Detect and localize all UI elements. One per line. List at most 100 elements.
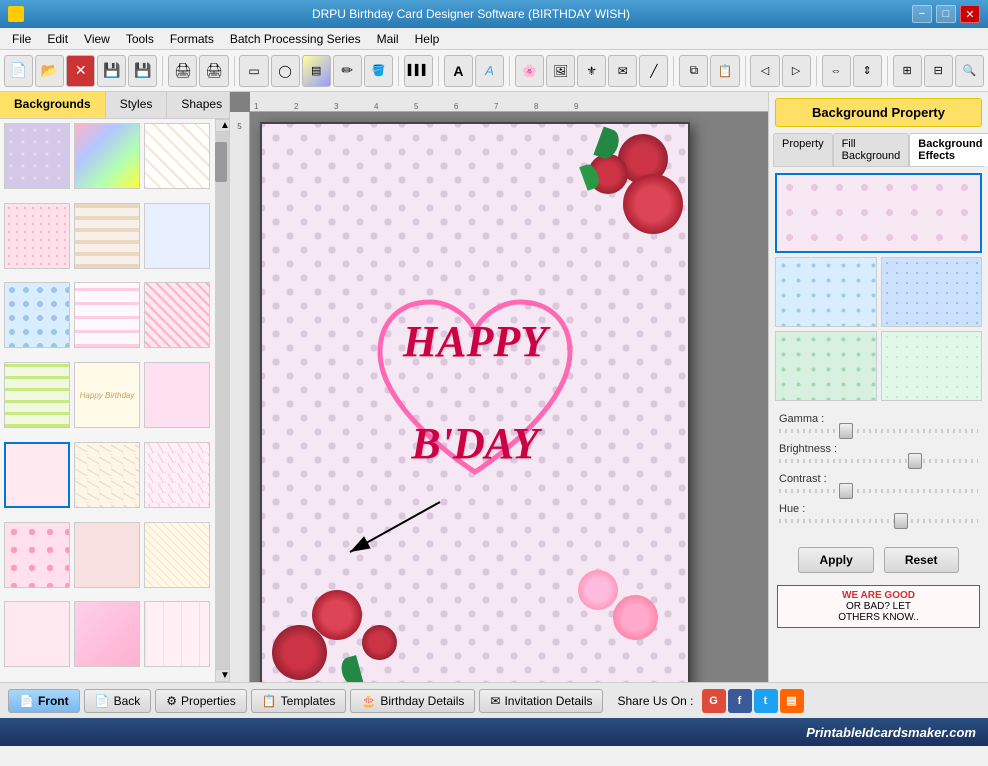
gamma-track[interactable] — [779, 429, 978, 433]
bg-thumb-9[interactable] — [144, 282, 210, 348]
barcode-button[interactable]: ▌▌▌ — [404, 55, 433, 87]
card-canvas[interactable]: HAPPY B'DAY — [260, 122, 690, 682]
bg-thumb-8[interactable] — [74, 282, 140, 348]
scroll-down[interactable]: ▼ — [215, 669, 229, 682]
move-left-button[interactable]: ◁ — [750, 55, 779, 87]
bg-thumb-12[interactable] — [144, 362, 210, 428]
toolbar-sep3 — [398, 56, 399, 86]
contrast-thumb[interactable] — [839, 483, 853, 499]
bg-preview-3[interactable] — [775, 331, 877, 401]
apply-button[interactable]: Apply — [798, 547, 873, 573]
bg-preview-main[interactable] — [775, 173, 982, 253]
tab-styles[interactable]: Styles — [106, 92, 168, 118]
bg-thumb-16[interactable] — [4, 522, 70, 588]
email-button[interactable]: ✉ — [608, 55, 637, 87]
bg-thumb-10[interactable] — [4, 362, 70, 428]
clip-art-button[interactable]: 🌸 — [515, 55, 544, 87]
gradient-button[interactable]: ▤ — [302, 55, 331, 87]
hue-thumb[interactable] — [894, 513, 908, 529]
menu-formats[interactable]: Formats — [162, 30, 222, 48]
text-button[interactable]: A — [444, 55, 473, 87]
front-button[interactable]: 📄 Front — [8, 689, 80, 713]
menu-view[interactable]: View — [76, 30, 118, 48]
menu-help[interactable]: Help — [407, 30, 448, 48]
tab-background-effects[interactable]: Background Effects — [909, 133, 988, 166]
save-button[interactable]: 💾 — [97, 55, 126, 87]
birthday-icon: 🎂 — [361, 694, 376, 708]
menu-mail[interactable]: Mail — [369, 30, 407, 48]
properties-button[interactable]: ⚙ Properties — [155, 689, 246, 713]
gamma-thumb[interactable] — [839, 423, 853, 439]
bg-thumb-2[interactable] — [74, 123, 140, 189]
zoom-in-button[interactable]: 🔍 — [955, 55, 984, 87]
minimize-button[interactable]: − — [912, 5, 932, 23]
bg-thumb-7[interactable] — [4, 282, 70, 348]
birthday-details-button[interactable]: 🎂 Birthday Details — [350, 689, 475, 713]
leaf-bl-1 — [339, 655, 364, 682]
bg-thumb-4[interactable] — [4, 203, 70, 269]
paste-button[interactable]: 📋 — [710, 55, 739, 87]
social-google-button[interactable]: G — [702, 689, 726, 713]
close-button[interactable]: ✕ — [960, 5, 980, 23]
menu-file[interactable]: File — [4, 30, 39, 48]
social-facebook-button[interactable]: f — [728, 689, 752, 713]
open-button[interactable]: 📂 — [35, 55, 64, 87]
pen-button[interactable]: ✏ — [333, 55, 362, 87]
bg-thumb-13[interactable] — [4, 442, 70, 508]
bg-thumb-1[interactable] — [4, 123, 70, 189]
grid-button[interactable]: ⊞ — [893, 55, 922, 87]
scroll-thumb[interactable] — [215, 142, 227, 182]
bg-preview-4[interactable] — [881, 331, 983, 401]
new-button[interactable]: 📄 — [4, 55, 33, 87]
word-art-button[interactable]: A — [475, 55, 504, 87]
tab-property[interactable]: Property — [773, 133, 833, 166]
reset-button[interactable]: Reset — [884, 547, 959, 573]
save-as-button[interactable]: 💾 — [128, 55, 157, 87]
image-button[interactable]: 🖼 — [546, 55, 575, 87]
bg-thumb-14[interactable] — [74, 442, 140, 508]
move-right-button[interactable]: ▷ — [782, 55, 811, 87]
scroll-up[interactable]: ▲ — [215, 119, 229, 132]
back-button[interactable]: 📄 Back — [84, 689, 152, 713]
bg-thumb-20[interactable] — [74, 601, 140, 667]
hue-track[interactable] — [779, 519, 978, 523]
bg-thumb-5[interactable] — [74, 203, 140, 269]
copy-button[interactable]: ⧉ — [679, 55, 708, 87]
bg-thumb-6[interactable] — [144, 203, 210, 269]
fill-button[interactable]: 🪣 — [364, 55, 393, 87]
invitation-details-button[interactable]: ✉ Invitation Details — [479, 689, 603, 713]
social-twitter-button[interactable]: t — [754, 689, 778, 713]
tab-backgrounds[interactable]: Backgrounds — [0, 92, 106, 118]
menu-batch[interactable]: Batch Processing Series — [222, 30, 369, 48]
toolbar-sep5 — [509, 56, 510, 86]
print-button[interactable]: 🖨 — [168, 55, 197, 87]
bg-preview-2[interactable] — [881, 257, 983, 327]
shape-ellipse-button[interactable]: ◯ — [271, 55, 300, 87]
bg-thumb-18[interactable] — [144, 522, 210, 588]
clip-art2-button[interactable]: ⚜ — [577, 55, 606, 87]
menu-edit[interactable]: Edit — [39, 30, 76, 48]
shape-rect-button[interactable]: ▭ — [239, 55, 268, 87]
social-rss-button[interactable]: ▤ — [780, 689, 804, 713]
flip-h-button[interactable]: ⇔ — [822, 55, 851, 87]
print-preview-button[interactable]: 🖨 — [199, 55, 228, 87]
brightness-track[interactable] — [779, 459, 978, 463]
grid2-button[interactable]: ⊟ — [924, 55, 953, 87]
flip-v-button[interactable]: ⇕ — [853, 55, 882, 87]
templates-button[interactable]: 📋 Templates — [251, 689, 347, 713]
line-button[interactable]: ╱ — [639, 55, 668, 87]
maximize-button[interactable]: □ — [936, 5, 956, 23]
bg-thumb-21[interactable] — [144, 601, 210, 667]
bg-thumb-19[interactable] — [4, 601, 70, 667]
contrast-track[interactable] — [779, 489, 978, 493]
close-doc-button[interactable]: ✕ — [66, 55, 95, 87]
bg-thumb-17[interactable] — [74, 522, 140, 588]
tab-fill-background[interactable]: Fill Background — [833, 133, 910, 166]
tab-shapes[interactable]: Shapes — [167, 92, 237, 118]
menu-tools[interactable]: Tools — [118, 30, 162, 48]
bg-thumb-3[interactable] — [144, 123, 210, 189]
bg-preview-1[interactable] — [775, 257, 877, 327]
bg-thumb-15[interactable] — [144, 442, 210, 508]
brightness-thumb[interactable] — [908, 453, 922, 469]
bg-thumb-11[interactable]: Happy Birthday — [74, 362, 140, 428]
